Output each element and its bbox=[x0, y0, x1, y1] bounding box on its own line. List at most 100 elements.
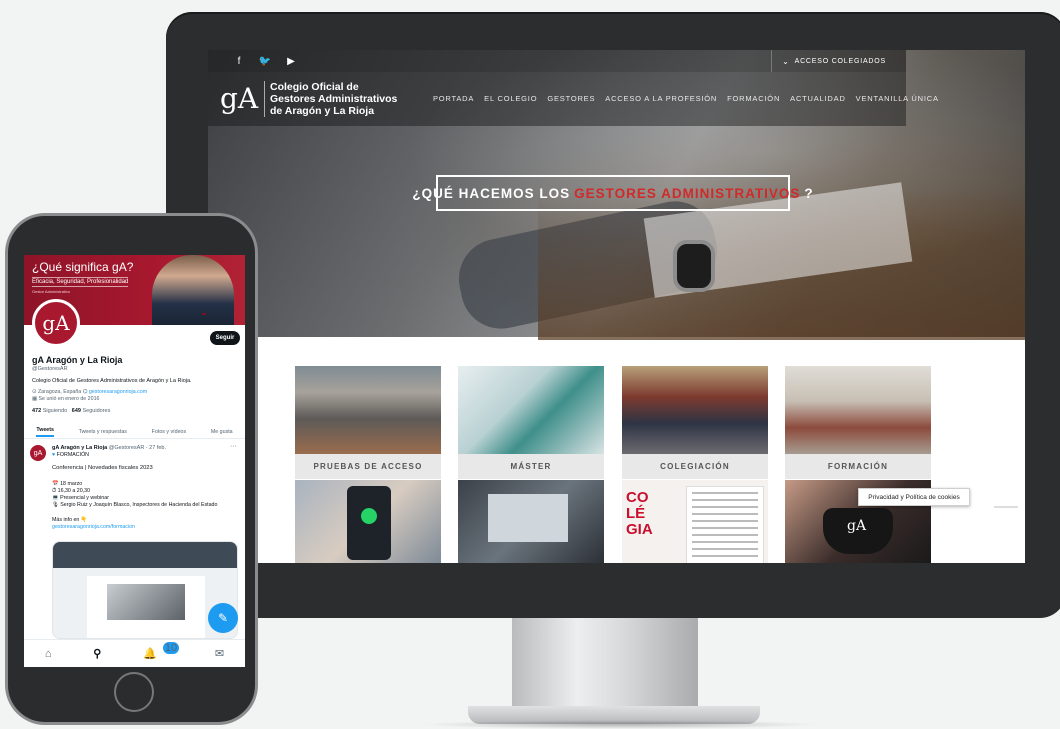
calendar-icon: ▦ bbox=[32, 396, 38, 402]
notification-badge: 10 bbox=[162, 642, 180, 654]
following-count[interactable]: 472 bbox=[32, 408, 41, 414]
logo-text[interactable]: Colegio Oficial de Gestores Administrati… bbox=[264, 81, 397, 117]
hero-section: f 🐦 ▶ ⌄ ACCESO COLEGIADOS gA Colegio Ofi… bbox=[208, 50, 1025, 340]
compose-tweet-button[interactable]: ✎ bbox=[208, 603, 238, 633]
home-icon[interactable]: ⌂ bbox=[45, 648, 52, 660]
profile-joined: Se unió en enero de 2016 bbox=[38, 396, 100, 402]
logo-mark[interactable]: gA bbox=[220, 78, 258, 120]
following-label[interactable]: Siguiendo bbox=[43, 408, 67, 414]
logo-line-3: de Aragón y La Rioja bbox=[270, 105, 375, 117]
profile-handle: @GestoresAR bbox=[32, 366, 68, 372]
mask-logo: gA bbox=[847, 518, 867, 534]
tweet-author: gA Aragón y La Rioja bbox=[52, 445, 108, 451]
bottom-nav: ⌂ ⚲ 🔔 10 ✉ bbox=[24, 639, 245, 667]
card-label: FORMACIÓN bbox=[785, 454, 931, 479]
calendar-icon: 📅 bbox=[52, 481, 59, 487]
logo-letters: gA bbox=[220, 82, 259, 115]
social-links: f 🐦 ▶ bbox=[232, 56, 298, 67]
banner-caption: Gestor Administrativo bbox=[32, 289, 71, 294]
hero-title-button[interactable]: ¿QUÉ HACEMOS LOS GESTORES ADMINISTRATIVO… bbox=[412, 175, 813, 211]
hero-title-highlight: GESTORES ADMINISTRATIVOS bbox=[574, 185, 801, 201]
card-whatsapp[interactable] bbox=[295, 480, 441, 563]
profile-tabs: Tweets Tweets y respuestas Fotos y vídeo… bbox=[24, 425, 245, 439]
tweet-more-info: Más info en 👇 gestoresaragonrioja.com/fo… bbox=[52, 517, 135, 531]
tweet-tag: ♥ FORMACIÓN bbox=[52, 452, 89, 458]
more-icon[interactable]: ··· bbox=[230, 443, 237, 450]
card-pruebas-acceso[interactable]: PRUEBAS DE ACCESO bbox=[295, 366, 441, 479]
tab-tweets[interactable]: Tweets bbox=[36, 427, 54, 437]
heart-icon: ♥ bbox=[52, 452, 56, 458]
pointing-icon: 👇 bbox=[80, 517, 88, 523]
card-image bbox=[295, 480, 441, 563]
notifications-icon[interactable]: 🔔 10 bbox=[143, 642, 180, 660]
menu-item-el-colegio[interactable]: EL COLEGIO bbox=[484, 94, 537, 103]
monitor-stand-neck bbox=[512, 618, 698, 710]
messages-icon[interactable]: ✉ bbox=[215, 647, 224, 660]
clock-icon: ⏱ bbox=[52, 488, 57, 494]
website-screen: f 🐦 ▶ ⌄ ACCESO COLEGIADOS gA Colegio Ofi… bbox=[208, 50, 1025, 563]
tweet-details: 📅 18 marzo ⏱ 16,30 a 20,30 💻 Presencial … bbox=[52, 481, 217, 509]
tweet-link[interactable]: gestoresaragonrioja.com/formacion bbox=[52, 524, 135, 531]
tweet-detail-line: 16,30 a 20,30 bbox=[57, 488, 91, 494]
followers-count[interactable]: 649 bbox=[72, 408, 81, 414]
compose-icon: ✎ bbox=[217, 611, 229, 625]
menu-item-formacion[interactable]: FORMACIÓN bbox=[727, 94, 780, 103]
menu-item-actualidad[interactable]: ACTUALIDAD bbox=[790, 94, 846, 103]
tweet-avatar[interactable]: gA bbox=[30, 445, 46, 461]
logo-line-1: Colegio Oficial de bbox=[270, 81, 359, 93]
cookie-label: Privacidad y Política de cookies bbox=[868, 493, 960, 501]
magazine-page bbox=[686, 486, 764, 563]
card-label: MÁSTER bbox=[458, 454, 604, 479]
banner-subtitle: Eficacia, Seguridad, Profesionalidad bbox=[32, 277, 129, 287]
follow-label: Seguir bbox=[215, 335, 235, 341]
card-image: CO LÉ GIA bbox=[622, 480, 768, 563]
youtube-icon[interactable]: ▶ bbox=[284, 56, 298, 67]
followers-label[interactable]: Seguidores bbox=[83, 408, 111, 414]
top-bar: f 🐦 ▶ ⌄ ACCESO COLEGIADOS bbox=[208, 50, 906, 72]
profile-url[interactable]: gestoresaragonrioja.com bbox=[89, 389, 147, 395]
access-colegiados-link[interactable]: ⌄ ACCESO COLEGIADOS bbox=[771, 50, 886, 72]
facebook-icon[interactable]: f bbox=[232, 56, 246, 67]
menu-item-ventanilla-unica[interactable]: VENTANILLA ÚNICA bbox=[856, 94, 939, 103]
magazine-cover-text: CO LÉ GIA bbox=[626, 489, 653, 538]
card-label: COLEGIACIÓN bbox=[622, 454, 768, 479]
tab-tweets-replies[interactable]: Tweets y respuestas bbox=[79, 429, 127, 435]
tab-media[interactable]: Fotos y vídeos bbox=[152, 429, 186, 435]
card-image bbox=[295, 366, 441, 454]
hero-watch-photo bbox=[673, 240, 715, 292]
hero-title-pre: ¿QUÉ HACEMOS LOS bbox=[412, 185, 571, 201]
card-label: PRUEBAS DE ACCESO bbox=[295, 454, 441, 479]
search-icon[interactable]: ⚲ bbox=[93, 647, 101, 660]
profile-bio: Colegio Oficial de Gestores Administrati… bbox=[32, 378, 192, 384]
section-cards: PRUEBAS DE ACCESO MÁSTER COLEGIACIÓN FOR… bbox=[295, 366, 935, 563]
banner-person-photo bbox=[152, 255, 234, 325]
tweet-detail-line: 18 marzo bbox=[60, 481, 83, 487]
card-online[interactable] bbox=[458, 480, 604, 563]
tweet-detail-line: Presencial y webinar bbox=[60, 495, 109, 501]
card-formacion[interactable]: FORMACIÓN bbox=[785, 366, 931, 479]
card-master[interactable]: MÁSTER bbox=[458, 366, 604, 479]
menu-item-gestores[interactable]: GESTORES bbox=[547, 94, 595, 103]
speaker-icon: 🎙 bbox=[52, 502, 59, 508]
tweet-tag-label: FORMACIÓN bbox=[56, 452, 90, 458]
hero-title-post: ? bbox=[804, 185, 814, 201]
cookie-policy-button[interactable]: Privacidad y Política de cookies bbox=[858, 488, 970, 506]
avatar-letters: gA bbox=[42, 311, 70, 335]
menu-item-portada[interactable]: PORTADA bbox=[433, 94, 474, 103]
card-colegiacion[interactable]: COLEGIACIÓN bbox=[622, 366, 768, 479]
phone-home-button[interactable] bbox=[114, 672, 154, 712]
tweet-detail-line: Sergio Ruiz y Joaquín Blasco, Inspectore… bbox=[60, 502, 218, 508]
card-image bbox=[785, 366, 931, 454]
follow-button[interactable]: Seguir bbox=[210, 331, 240, 345]
card-revista[interactable]: CO LÉ GIA bbox=[622, 480, 768, 563]
main-menu: PORTADA EL COLEGIO GESTORES ACCESO A LA … bbox=[433, 94, 939, 103]
menu-item-acceso-profesion[interactable]: ACCESO A LA PROFESIÓN bbox=[605, 94, 717, 103]
profile-location: Zaragoza, España bbox=[37, 389, 82, 395]
avatar[interactable]: gA bbox=[32, 299, 80, 347]
tab-likes[interactable]: Me gusta bbox=[211, 429, 233, 435]
twitter-icon[interactable]: 🐦 bbox=[258, 56, 272, 67]
card-image bbox=[622, 366, 768, 454]
laptop-icon: 💻 bbox=[52, 495, 59, 501]
laptop-screen-photo bbox=[488, 494, 568, 542]
twitter-profile-screen: ¿Qué significa gA? Eficacia, Seguridad, … bbox=[24, 255, 245, 667]
